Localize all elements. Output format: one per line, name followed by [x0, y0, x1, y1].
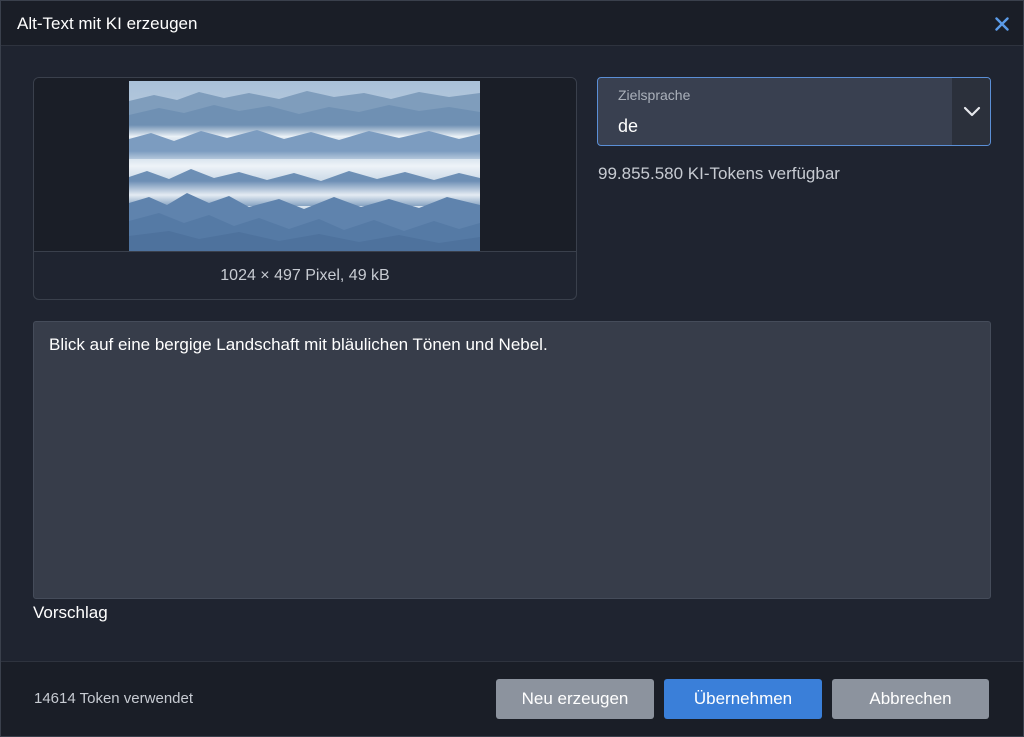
close-button[interactable]: [991, 13, 1013, 35]
suggestion-label: Vorschlag: [33, 603, 108, 622]
chevron-down-icon: [963, 106, 980, 116]
suggestion-textarea[interactable]: Blick auf eine bergige Landschaft mit bl…: [33, 321, 991, 599]
regenerate-button[interactable]: Neu erzeugen: [496, 679, 654, 719]
dialog-header: Alt-Text mit KI erzeugen: [1, 1, 1023, 46]
target-language-select[interactable]: Zielsprache de: [597, 77, 991, 146]
tokens-available: 99.855.580 KI-Tokens verfügbar: [598, 164, 840, 183]
tokens-used: 14614 Token verwendet: [34, 690, 194, 707]
image-preview-card: 1024 × 497 Pixel, 49 kB: [33, 77, 577, 300]
image-preview-area: [34, 78, 576, 252]
dialog-footer: 14614 Token verwendet Neu erzeugen Übern…: [1, 661, 1023, 736]
target-language-label: Zielsprache: [618, 87, 691, 103]
cancel-button[interactable]: Abbrechen: [832, 679, 989, 719]
image-meta: 1024 × 497 Pixel, 49 kB: [220, 266, 390, 284]
target-language-value: de: [618, 116, 639, 136]
apply-button[interactable]: Übernehmen: [664, 679, 822, 719]
dialog-title: Alt-Text mit KI erzeugen: [17, 14, 198, 33]
alt-text-dialog: Alt-Text mit KI erzeugen 1024 × 497 Pixe…: [0, 0, 1024, 737]
image-thumbnail: [129, 81, 480, 251]
dropdown-toggle[interactable]: [952, 78, 990, 145]
close-icon: [995, 17, 1009, 31]
